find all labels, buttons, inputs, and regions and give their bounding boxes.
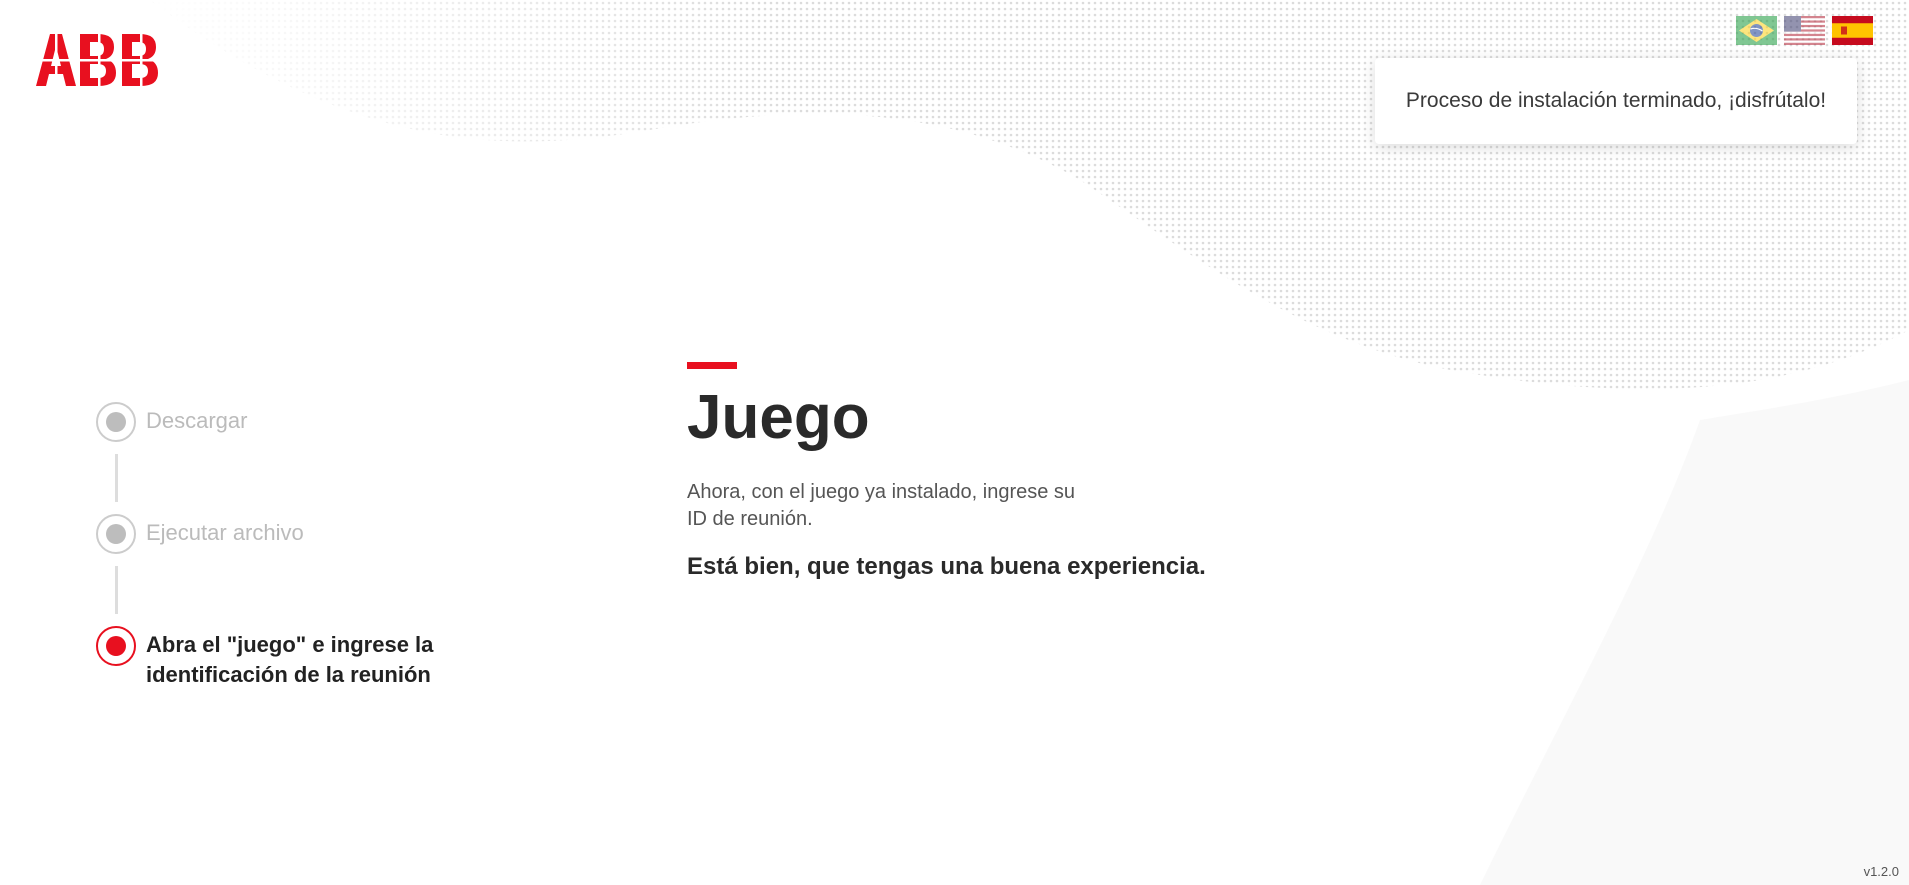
step-connector xyxy=(115,454,118,502)
step-connector xyxy=(115,566,118,614)
page: Proceso de instalación terminado, ¡disfr… xyxy=(0,0,1909,885)
usa-flag-icon[interactable] xyxy=(1784,16,1825,45)
step-marker xyxy=(96,402,136,442)
step-label: Abra el "juego" e ingrese la identificac… xyxy=(146,632,434,687)
version-label: v1.2.0 xyxy=(1863,864,1899,879)
installation-stepper: Descargar Ejecutar archivo Abra el "jueg… xyxy=(96,402,496,690)
abb-logo xyxy=(36,34,164,90)
step-open-game[interactable]: Abra el "juego" e ingrese la identificac… xyxy=(96,626,496,690)
step-label: Descargar xyxy=(146,408,248,433)
page-description: Ahora, con el juego ya instalado, ingres… xyxy=(687,481,1076,530)
step-marker xyxy=(96,514,136,554)
step-run-file[interactable]: Ejecutar archivo xyxy=(96,514,496,554)
step-dot-icon xyxy=(106,524,126,544)
language-selector xyxy=(1736,16,1873,45)
step-marker xyxy=(96,626,136,666)
main-content: Juego Ahora, con el juego ya instalado, … xyxy=(687,362,1387,581)
installation-complete-toast: Proceso de instalación terminado, ¡disfr… xyxy=(1375,58,1857,144)
toast-message: Proceso de instalación terminado, ¡disfr… xyxy=(1405,89,1827,112)
spain-flag-icon[interactable] xyxy=(1832,16,1873,45)
step-dot-icon xyxy=(106,636,126,656)
title-accent-bar xyxy=(687,362,737,369)
step-download[interactable]: Descargar xyxy=(96,402,496,442)
brazil-flag-icon[interactable] xyxy=(1736,16,1777,45)
step-label: Ejecutar archivo xyxy=(146,520,304,545)
page-subtitle: Está bien, que tengas una buena experien… xyxy=(687,553,1206,580)
page-title: Juego xyxy=(687,383,870,452)
step-dot-icon xyxy=(106,412,126,432)
